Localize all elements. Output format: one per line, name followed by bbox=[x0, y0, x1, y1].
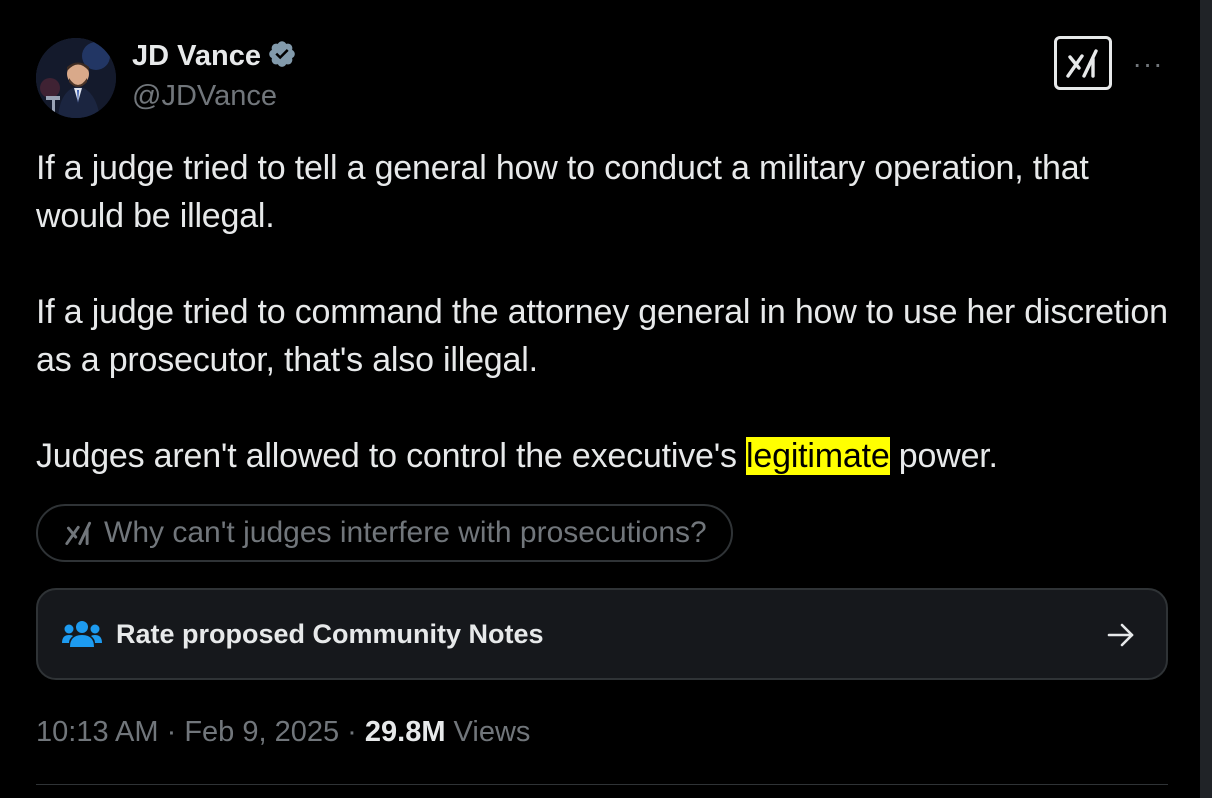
author-handle[interactable]: @JDVance bbox=[132, 76, 297, 116]
people-icon bbox=[62, 619, 102, 649]
views-label: Views bbox=[445, 716, 531, 748]
grok-icon bbox=[1066, 49, 1098, 78]
grok-suggested-question[interactable]: Why can't judges interfere with prosecut… bbox=[36, 504, 733, 562]
tweet-paragraph-3: Judges aren't allowed to control the exe… bbox=[36, 432, 1176, 480]
tweet-paragraph-1: If a judge tried to tell a general how t… bbox=[36, 149, 1089, 235]
tweet-card: JD Vance @JDVance ··· If a judge tried t… bbox=[0, 0, 1200, 798]
community-notes-label: Rate proposed Community Notes bbox=[116, 618, 544, 649]
window-edge bbox=[1200, 0, 1212, 798]
grok-question-text: Why can't judges interfere with prosecut… bbox=[104, 516, 707, 549]
tweet-text-before-highlight: Judges aren't allowed to control the exe… bbox=[36, 437, 747, 475]
separator: · bbox=[339, 716, 365, 748]
tweet-paragraph-2: If a judge tried to command the attorney… bbox=[36, 293, 1168, 379]
tweet-metadata: 10:13 AM · Feb 9, 2025 · 29.8M Views bbox=[36, 712, 530, 752]
avatar[interactable] bbox=[36, 38, 116, 118]
views-count: 29.8M bbox=[364, 716, 446, 748]
tweet-time[interactable]: 10:13 AM bbox=[36, 716, 159, 748]
grok-icon bbox=[64, 520, 94, 546]
grok-button[interactable] bbox=[1054, 36, 1112, 90]
community-notes-button[interactable]: Rate proposed Community Notes bbox=[36, 588, 1168, 680]
verified-badge-icon[interactable] bbox=[267, 39, 297, 69]
avatar-image bbox=[36, 38, 116, 118]
tweet-header: JD Vance @JDVance ··· bbox=[36, 36, 1176, 120]
highlighted-word: legitimate bbox=[746, 437, 890, 475]
tweet-text: If a judge tried to tell a general how t… bbox=[36, 144, 1176, 480]
more-horizontal-icon[interactable]: ··· bbox=[1130, 46, 1166, 82]
arrow-right-icon bbox=[1106, 620, 1136, 650]
tweet-date[interactable]: Feb 9, 2025 bbox=[184, 716, 339, 748]
author-info: JD Vance @JDVance bbox=[132, 36, 297, 116]
separator: · bbox=[158, 716, 185, 748]
author-name[interactable]: JD Vance bbox=[132, 36, 261, 76]
divider bbox=[36, 784, 1168, 785]
tweet-text-after-highlight: power. bbox=[889, 437, 998, 475]
